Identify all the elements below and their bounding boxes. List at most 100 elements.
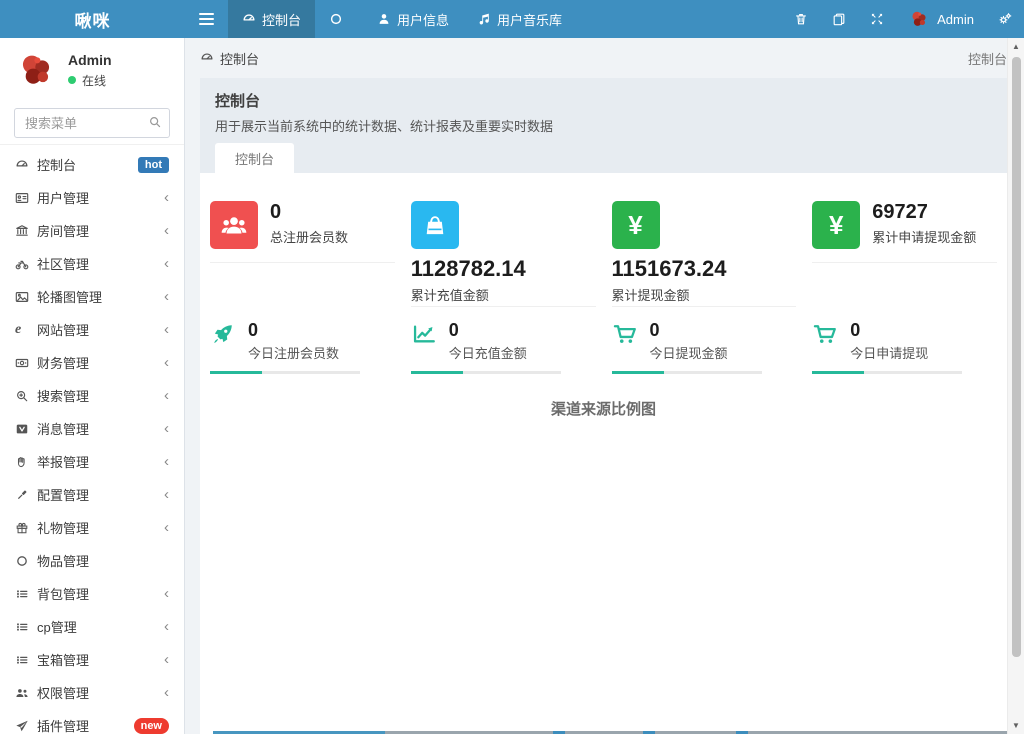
chevron-left-icon: ‹ <box>164 388 169 403</box>
fullscreen-button[interactable] <box>858 0 896 38</box>
documents-button[interactable] <box>820 0 858 38</box>
sidebar-item-label: 网站管理 <box>37 320 89 339</box>
sidebar-item-label: 消息管理 <box>37 419 89 438</box>
search-button[interactable] <box>148 115 162 129</box>
tachometer-icon <box>200 51 214 65</box>
sidebar-item-permissions[interactable]: 权限管理 ‹ <box>0 676 184 709</box>
chart-title: 渠道来源比例图 <box>210 398 997 419</box>
sidebar-item-rooms[interactable]: 房间管理 ‹ <box>0 214 184 247</box>
vertical-scrollbar[interactable]: ▲ ▼ <box>1007 38 1024 734</box>
user-icon <box>377 12 391 26</box>
nav-item-label: 控制台 <box>262 10 301 29</box>
sidebar-item-label: 搜索管理 <box>37 386 89 405</box>
nav-item-dashboard[interactable]: 控制台 <box>228 0 315 38</box>
message-v-icon <box>15 422 37 436</box>
online-dot-icon <box>68 76 76 84</box>
navbar-right: Admin <box>782 0 1024 38</box>
sidebar-item-finance[interactable]: 财务管理 ‹ <box>0 346 184 379</box>
dashboard-card: 0 总注册会员数 1128782.14 累计充值金额 ¥ 1151673.2 <box>200 173 1007 734</box>
sidebar-item-backpack[interactable]: 背包管理 ‹ <box>0 577 184 610</box>
progress-bar <box>210 371 360 374</box>
sidebar-item-label: 社区管理 <box>37 254 89 273</box>
sidebar-username: Admin <box>68 52 112 68</box>
scrollbar-thumb[interactable] <box>1012 57 1021 657</box>
stat-total-members: 0 总注册会员数 <box>210 201 395 263</box>
nav-item-user-info[interactable]: 用户信息 <box>363 0 463 38</box>
tachometer-icon <box>242 12 256 26</box>
cogs-icon <box>998 12 1012 26</box>
brand-logo[interactable]: 啾咪 <box>0 0 185 38</box>
stat-today-members: 0 今日注册会员数 <box>210 321 395 374</box>
paper-plane-icon <box>15 719 37 733</box>
image-icon <box>15 290 37 304</box>
sidebar-user-panel: Admin 在线 <box>0 38 184 100</box>
money-icon <box>15 356 37 370</box>
sidebar-item-label: 轮播图管理 <box>37 287 102 306</box>
avatar <box>908 8 930 30</box>
yen-icon: ¥ <box>612 201 660 249</box>
chart-area <box>210 419 997 719</box>
sidebar-item-label: 房间管理 <box>37 221 89 240</box>
hamburger-icon <box>199 13 214 25</box>
sidebar-item-reports[interactable]: 举报管理 ‹ <box>0 445 184 478</box>
circle-o-icon <box>329 12 343 26</box>
line-chart-icon <box>411 321 439 347</box>
stat-total-withdraw: ¥ 1151673.24 累计提现金额 <box>612 201 797 307</box>
new-badge: new <box>134 718 169 734</box>
stat-value: 1128782.14 <box>411 257 596 281</box>
shopping-bag-icon <box>411 201 459 249</box>
sidebar-item-dashboard[interactable]: 控制台 hot <box>0 148 184 181</box>
breadcrumb-trail[interactable]: 控制台 <box>968 49 1007 68</box>
sidebar-item-label: 礼物管理 <box>37 518 89 537</box>
chevron-left-icon: ‹ <box>164 487 169 502</box>
trash-button[interactable] <box>782 0 820 38</box>
scroll-up-arrow-icon[interactable]: ▲ <box>1008 42 1024 51</box>
sidebar-item-users[interactable]: 用户管理 ‹ <box>0 181 184 214</box>
arrows-expand-icon <box>870 12 884 26</box>
breadcrumb: 控制台 控制台 <box>200 38 1007 78</box>
scroll-down-arrow-icon[interactable]: ▼ <box>1008 721 1024 730</box>
sidebar-item-community[interactable]: 社区管理 ‹ <box>0 247 184 280</box>
stat-today-withdraw: 0 今日提现金额 <box>612 321 797 374</box>
progress-bar <box>612 371 762 374</box>
sidebar-item-messages[interactable]: 消息管理 ‹ <box>0 412 184 445</box>
sidebar-item-cp[interactable]: cp管理 ‹ <box>0 610 184 643</box>
search-input[interactable] <box>14 108 170 138</box>
stat-today-withdraw-apply: 0 今日申请提现 <box>812 321 997 374</box>
sidebar-item-config[interactable]: 配置管理 ‹ <box>0 478 184 511</box>
settings-button[interactable] <box>986 0 1024 38</box>
admin-app: 啾咪 控制台 用户信息 <box>0 0 1024 734</box>
sidebar-item-label: 控制台 <box>37 155 76 174</box>
chevron-left-icon: ‹ <box>164 190 169 205</box>
id-card-icon <box>15 191 37 205</box>
nav-item-music-library[interactable]: 用户音乐库 <box>463 0 576 38</box>
stat-total-withdraw-apply: ¥ 69727 累计申请提现金额 <box>812 201 997 263</box>
sidebar-item-label: 权限管理 <box>37 683 89 702</box>
search-plus-icon <box>15 389 37 403</box>
sidebar-item-search-mgmt[interactable]: 搜索管理 ‹ <box>0 379 184 412</box>
tab-dashboard[interactable]: 控制台 <box>215 143 294 173</box>
chevron-left-icon: ‹ <box>164 223 169 238</box>
sidebar-toggle-button[interactable] <box>185 0 228 38</box>
nav-item-label: 用户信息 <box>397 10 449 29</box>
hand-icon <box>15 455 37 469</box>
chevron-left-icon: ‹ <box>164 454 169 469</box>
sidebar-item-website[interactable]: e 网站管理 ‹ <box>0 313 184 346</box>
navbar-menu: 控制台 用户信息 用户音乐库 <box>185 0 576 38</box>
cart-icon <box>812 321 840 347</box>
sidebar-item-carousel[interactable]: 轮播图管理 ‹ <box>0 280 184 313</box>
stat-today-recharge: 0 今日充值金额 <box>411 321 596 374</box>
music-icon <box>477 12 491 26</box>
bank-icon <box>15 224 37 238</box>
sidebar-item-treasure[interactable]: 宝箱管理 ‹ <box>0 643 184 676</box>
chevron-left-icon: ‹ <box>164 289 169 304</box>
chevron-left-icon: ‹ <box>164 619 169 634</box>
user-menu[interactable]: Admin <box>896 0 986 38</box>
nav-item-circle[interactable] <box>315 0 363 38</box>
page-description: 用于展示当前系统中的统计数据、统计报表及重要实时数据 <box>215 116 992 135</box>
sidebar-item-plugins[interactable]: 插件管理 new <box>0 709 184 734</box>
list-icon <box>15 653 37 667</box>
sidebar-item-gifts[interactable]: 礼物管理 ‹ <box>0 511 184 544</box>
sidebar-item-goods[interactable]: 物品管理 <box>0 544 184 577</box>
circle-o-icon <box>15 554 37 568</box>
